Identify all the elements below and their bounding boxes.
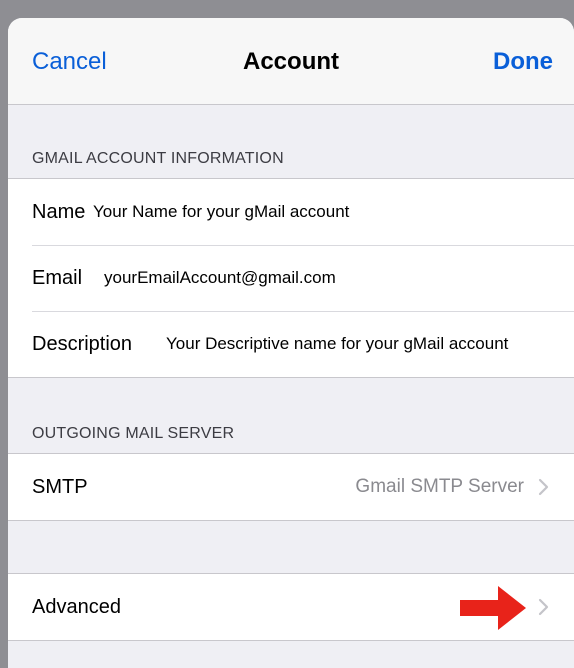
- email-field[interactable]: yourEmailAccount@gmail.com: [104, 245, 336, 311]
- smtp-row[interactable]: SMTP Gmail SMTP Server: [8, 454, 574, 520]
- page-title: Account: [243, 48, 339, 75]
- advanced-row[interactable]: Advanced: [8, 574, 574, 640]
- name-row[interactable]: Name Your Name for your gMail account: [8, 179, 574, 245]
- name-label: Name: [32, 201, 86, 223]
- name-field[interactable]: Your Name for your gMail account: [93, 179, 349, 245]
- smtp-server-value: Gmail SMTP Server: [355, 476, 524, 497]
- done-button[interactable]: Done: [493, 47, 553, 77]
- email-label: Email: [32, 267, 83, 289]
- description-field[interactable]: Your Descriptive name for your gMail acc…: [166, 311, 508, 377]
- advanced-label: Advanced: [32, 596, 121, 618]
- section-header-gmail-account: GMAIL ACCOUNT INFORMATION: [32, 150, 284, 167]
- account-sheet: Cancel Account Done GMAIL ACCOUNT INFORM…: [8, 18, 574, 668]
- outgoing-mail-group: SMTP Gmail SMTP Server: [8, 453, 574, 521]
- red-arrow-icon: [460, 586, 526, 630]
- email-row[interactable]: Email yourEmailAccount@gmail.com: [8, 245, 574, 311]
- gmail-account-group: Name Your Name for your gMail account Em…: [8, 178, 574, 378]
- advanced-group: Advanced: [8, 573, 574, 641]
- description-row[interactable]: Description Your Descriptive name for yo…: [8, 311, 574, 377]
- chevron-right-icon: [538, 478, 549, 496]
- section-header-outgoing-mail: OUTGOING MAIL SERVER: [32, 425, 235, 442]
- chevron-right-icon: [538, 598, 549, 616]
- smtp-label: SMTP: [32, 476, 88, 498]
- navigation-bar: Cancel Account Done: [8, 18, 574, 105]
- description-label: Description: [32, 333, 133, 355]
